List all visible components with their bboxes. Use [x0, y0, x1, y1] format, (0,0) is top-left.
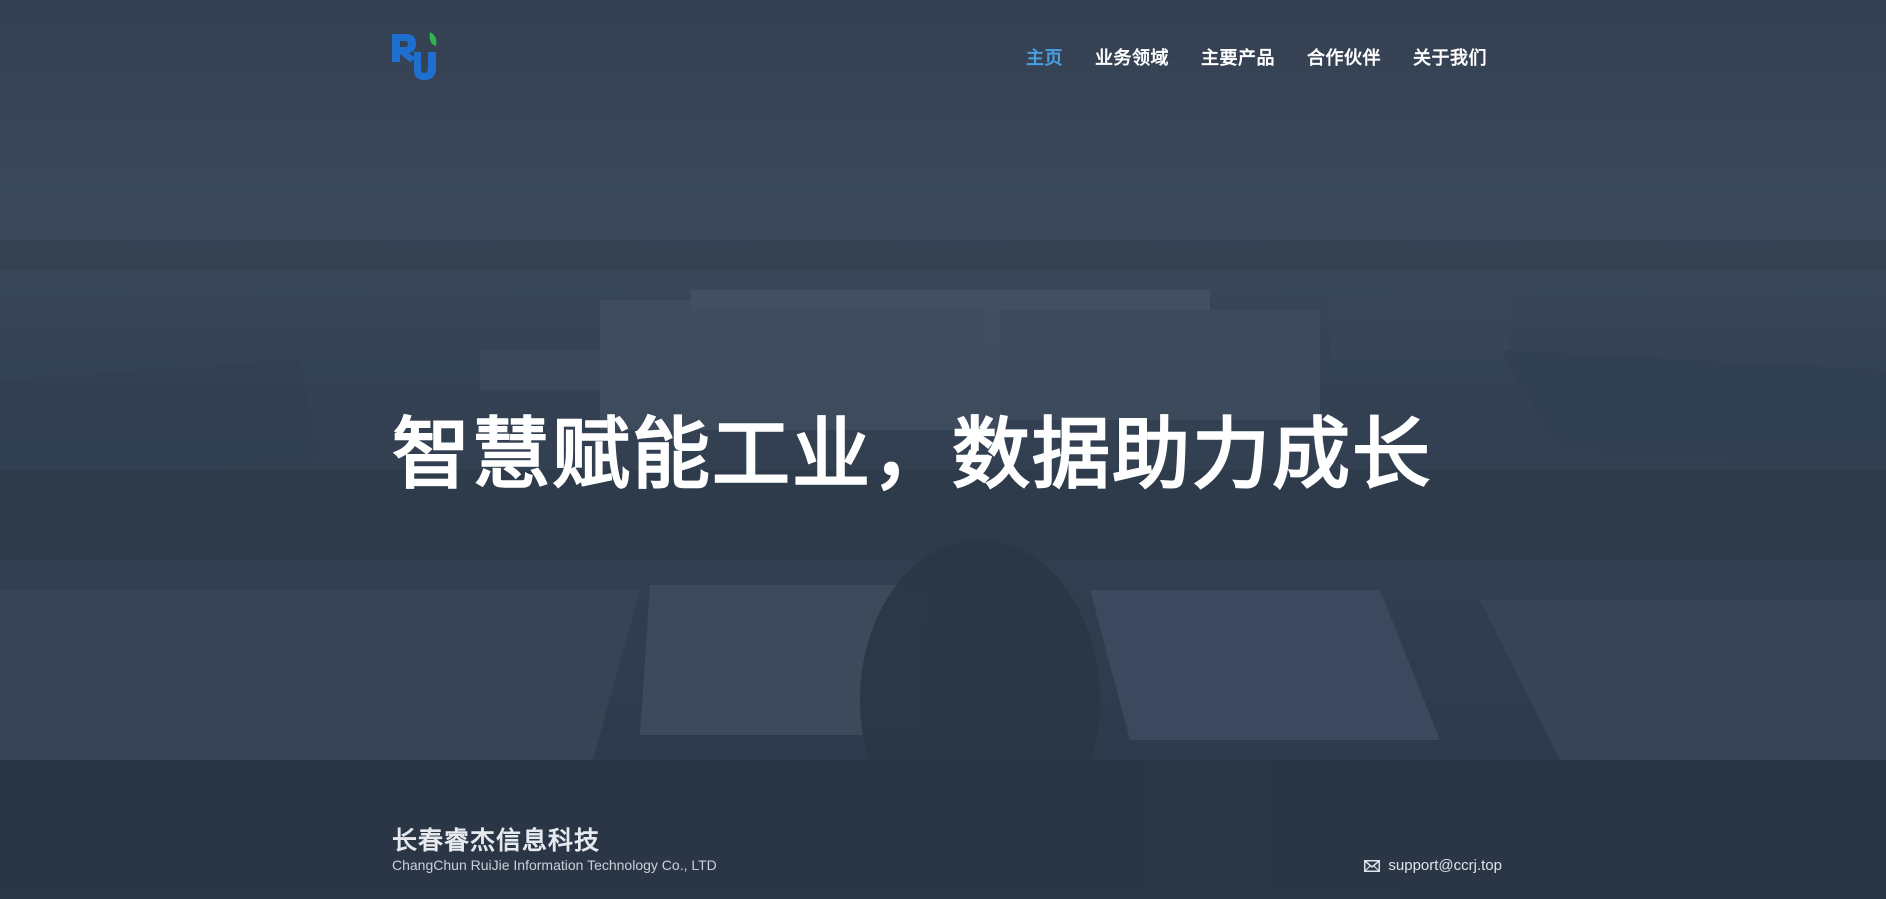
- hero-section: 主页 业务领域 主要产品 合作伙伴 关于我们 智慧赋能工业，数据助力成长 长春睿…: [0, 0, 1886, 899]
- nav-item-products[interactable]: 主要产品: [1201, 44, 1275, 70]
- email-address: support@ccrj.top: [1388, 857, 1502, 874]
- company-info: 长春睿杰信息科技 ChangChun RuiJie Information Te…: [392, 826, 717, 874]
- main-nav: 主页 业务领域 主要产品 合作伙伴 关于我们: [1026, 44, 1487, 70]
- nav-item-about[interactable]: 关于我们: [1413, 44, 1487, 70]
- mail-icon: [1364, 859, 1381, 872]
- nav-item-home[interactable]: 主页: [1026, 44, 1063, 70]
- company-name-en: ChangChun RuiJie Information Technology …: [392, 857, 717, 873]
- hero-headline: 智慧赋能工业，数据助力成长: [392, 410, 1433, 500]
- company-name-cn: 长春睿杰信息科技: [392, 826, 601, 855]
- company-logo[interactable]: [390, 30, 440, 84]
- nav-item-business[interactable]: 业务领域: [1095, 44, 1169, 70]
- email-link[interactable]: support@ccrj.top: [1364, 857, 1502, 874]
- nav-item-partners[interactable]: 合作伙伴: [1307, 44, 1381, 70]
